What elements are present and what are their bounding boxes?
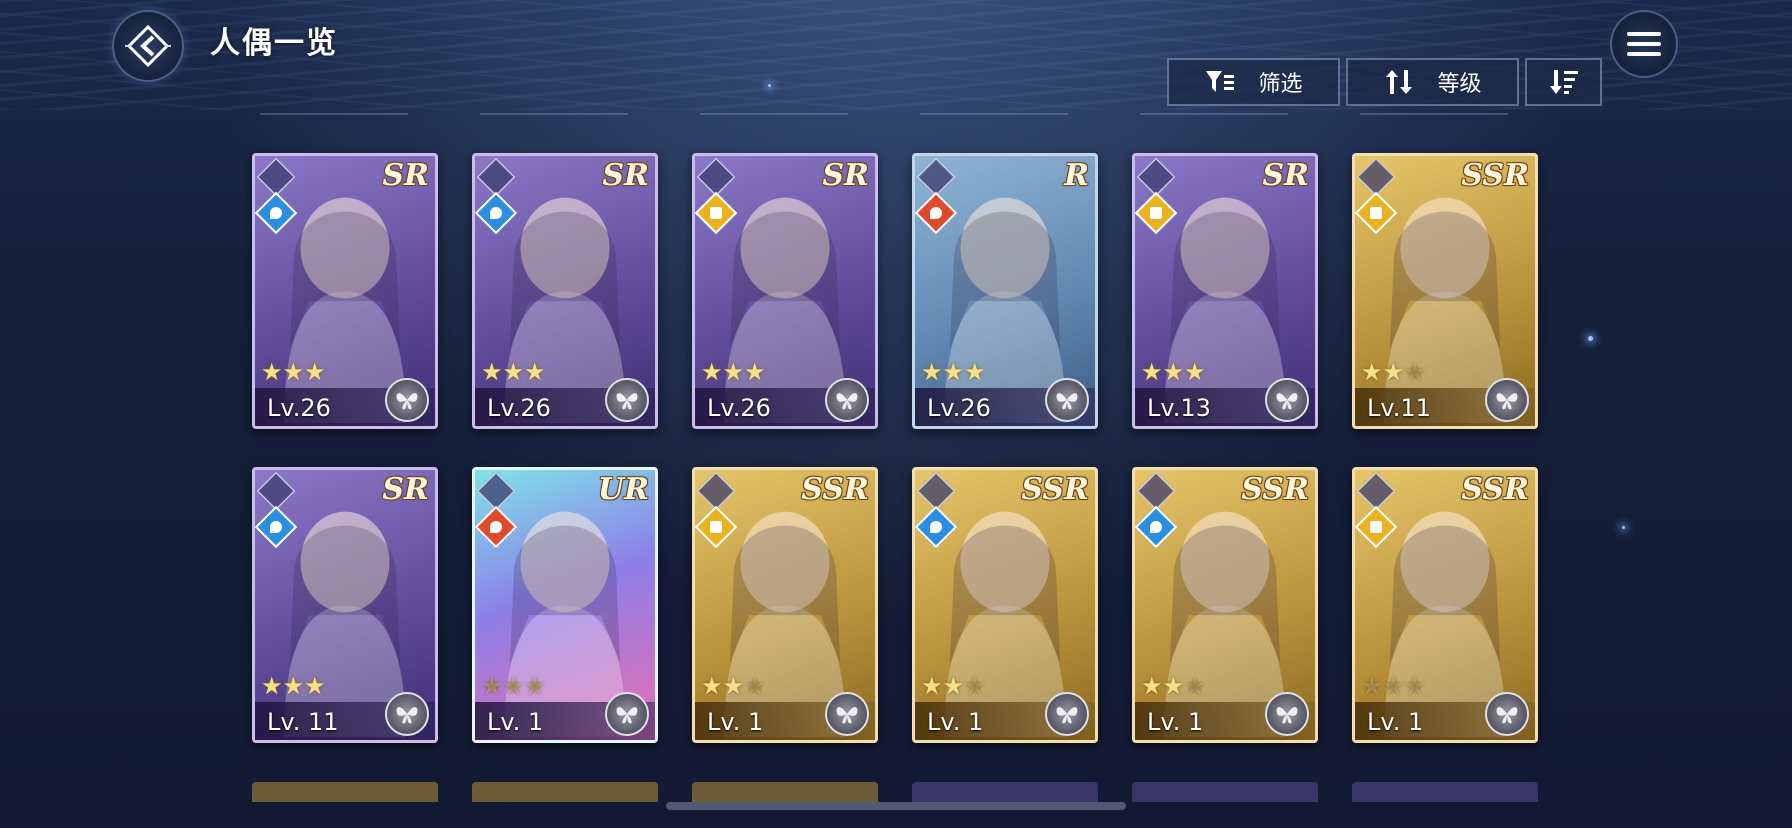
butterfly-emblem-icon <box>1045 378 1089 422</box>
sort-by-level-button[interactable]: 等级 <box>1346 58 1519 106</box>
butterfly-emblem-icon <box>385 692 429 736</box>
level-label: Lv. 11 <box>267 708 339 736</box>
shelf-divider <box>700 113 848 115</box>
butterfly-emblem-icon <box>825 378 869 422</box>
back-button[interactable] <box>112 10 184 82</box>
partial-card <box>472 782 658 802</box>
shelf-divider <box>920 113 1068 115</box>
star-rating: ★★★ <box>481 358 546 386</box>
star-rating: ★★★ <box>1141 672 1206 700</box>
level-label: Lv. 1 <box>927 708 984 736</box>
rarity-badge: SR <box>1262 158 1309 193</box>
butterfly-emblem-icon <box>1265 692 1309 736</box>
butterfly-emblem-icon <box>605 692 649 736</box>
shelf-divider <box>480 113 628 115</box>
rarity-badge: SSR <box>801 472 869 507</box>
rarity-badge: SSR <box>1241 472 1309 507</box>
partial-card <box>912 782 1098 802</box>
level-label: Lv. 1 <box>1367 708 1424 736</box>
doll-card[interactable]: SR ★★★ Lv.13 <box>1132 153 1318 429</box>
level-label: Lv.11 <box>1367 394 1431 422</box>
rarity-badge: SSR <box>1021 472 1089 507</box>
rarity-badge: SSR <box>1461 472 1529 507</box>
shelf-divider <box>1140 113 1288 115</box>
star-rating: ★★★ <box>921 672 986 700</box>
doll-card[interactable]: SR ★★★ Lv. 11 <box>252 467 438 743</box>
sparkle <box>1622 526 1625 529</box>
doll-card[interactable]: UR ★★★ Lv. 1 <box>472 467 658 743</box>
level-label: Lv. 1 <box>1147 708 1204 736</box>
doll-card[interactable]: SSR ★★★ Lv. 1 <box>692 467 878 743</box>
butterfly-emblem-icon <box>1485 378 1529 422</box>
page-title: 人偶一览 <box>210 26 338 61</box>
level-label: Lv.26 <box>487 394 551 422</box>
star-rating: ★★★ <box>1361 358 1426 386</box>
rarity-badge: R <box>1064 158 1089 193</box>
star-rating: ★★★ <box>261 672 326 700</box>
butterfly-emblem-icon <box>825 692 869 736</box>
partial-card <box>1132 782 1318 802</box>
star-rating: ★★★ <box>261 358 326 386</box>
level-label: Lv.26 <box>707 394 771 422</box>
shelf-divider <box>1360 113 1508 115</box>
level-label: Lv.13 <box>1147 394 1211 422</box>
partial-card <box>1352 782 1538 802</box>
level-label: Lv. 1 <box>707 708 764 736</box>
sparkle <box>768 84 771 87</box>
partial-card <box>252 782 438 802</box>
butterfly-emblem-icon <box>385 378 429 422</box>
star-rating: ★★★ <box>701 672 766 700</box>
sort-order-button[interactable] <box>1525 58 1602 106</box>
sort-label: 等级 <box>1437 72 1482 97</box>
scroll-indicator[interactable] <box>666 802 1126 810</box>
sort-order-icon <box>1549 70 1578 94</box>
level-label: Lv.26 <box>267 394 331 422</box>
doll-card[interactable]: SSR ★★★ Lv.11 <box>1352 153 1538 429</box>
filter-button[interactable]: 筛选 <box>1167 58 1340 106</box>
sparkle <box>1588 336 1593 341</box>
butterfly-emblem-icon <box>1045 692 1089 736</box>
doll-card[interactable]: SSR ★★★ Lv. 1 <box>1352 467 1538 743</box>
rarity-badge: SSR <box>1461 158 1529 193</box>
rarity-badge: UR <box>597 472 649 507</box>
sort-toggle-icon <box>1386 70 1413 94</box>
star-rating: ★★★ <box>921 358 986 386</box>
hamburger-menu-icon <box>1627 26 1661 62</box>
rarity-badge: SR <box>382 472 429 507</box>
butterfly-emblem-icon <box>605 378 649 422</box>
doll-card[interactable]: SR ★★★ Lv.26 <box>252 153 438 429</box>
doll-card[interactable]: R ★★★ Lv.26 <box>912 153 1098 429</box>
back-arrow-icon <box>125 24 171 68</box>
rarity-badge: SR <box>382 158 429 193</box>
partial-card <box>692 782 878 802</box>
level-label: Lv.26 <box>927 394 991 422</box>
butterfly-emblem-icon <box>1485 692 1529 736</box>
filter-label: 筛选 <box>1258 72 1303 97</box>
star-rating: ★★★ <box>1141 358 1206 386</box>
doll-card[interactable]: SSR ★★★ Lv. 1 <box>1132 467 1318 743</box>
doll-card[interactable]: SR ★★★ Lv.26 <box>692 153 878 429</box>
butterfly-emblem-icon <box>1265 378 1309 422</box>
menu-button[interactable] <box>1610 10 1678 78</box>
doll-card[interactable]: SSR ★★★ Lv. 1 <box>912 467 1098 743</box>
star-rating: ★★★ <box>701 358 766 386</box>
rarity-badge: SR <box>602 158 649 193</box>
doll-card[interactable]: SR ★★★ Lv.26 <box>472 153 658 429</box>
rarity-badge: SR <box>822 158 869 193</box>
level-label: Lv. 1 <box>487 708 544 736</box>
star-rating: ★★★ <box>481 672 546 700</box>
star-rating: ★★★ <box>1361 672 1426 700</box>
filter-icon <box>1206 71 1235 92</box>
shelf-divider <box>260 113 408 115</box>
